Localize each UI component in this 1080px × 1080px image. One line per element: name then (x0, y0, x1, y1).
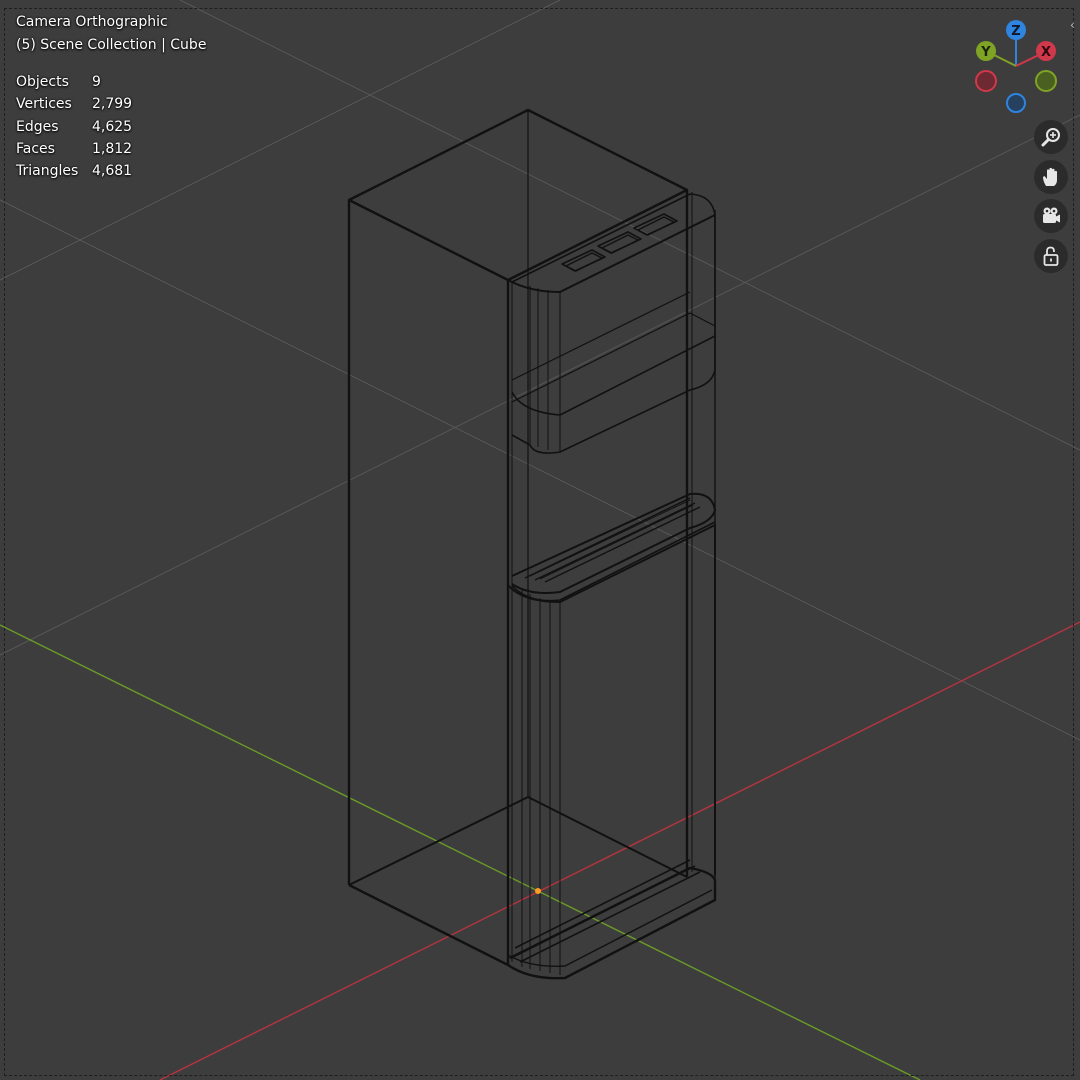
stat-value: 9 (92, 74, 101, 90)
stat-label: Edges (16, 118, 59, 135)
negative-y-handle[interactable] (1035, 70, 1057, 92)
pan-button[interactable] (1034, 160, 1068, 194)
stat-label: Triangles (16, 163, 79, 180)
scene-canvas[interactable] (0, 0, 1080, 1080)
origin-point (535, 888, 541, 894)
negative-x-handle[interactable] (975, 70, 997, 92)
stat-value: 4,681 (92, 163, 133, 180)
sidebar-toggle-icon[interactable]: ‹ (1070, 18, 1075, 32)
stat-value: 1,812 (92, 140, 133, 157)
stat-label: Faces (16, 140, 55, 157)
camera-icon (1043, 207, 1060, 223)
x-axis-label: X (1041, 45, 1051, 60)
camera-view-button[interactable] (1034, 199, 1068, 233)
stat-value: 4,625 (92, 118, 133, 135)
stat-label: Objects (16, 74, 69, 90)
y-axis-label: Y (980, 45, 991, 60)
collection-label: (5) Scene Collection | Cube (16, 37, 207, 53)
lock-view-button[interactable] (1034, 239, 1068, 273)
negative-z-handle[interactable] (1006, 93, 1026, 113)
y-axis-line (0, 624, 921, 1080)
navigation-gizmo[interactable]: Z Y X (968, 16, 1064, 118)
stat-value: 2,799 (92, 96, 133, 113)
view-name-label: Camera Orthographic (16, 14, 168, 30)
x-axis-line (159, 621, 1080, 1080)
unlock-icon (1043, 246, 1059, 266)
zoom-icon (1041, 128, 1060, 147)
3d-viewport[interactable]: Camera Orthographic (5) Scene Collection… (0, 0, 1080, 1080)
zoom-button[interactable] (1034, 120, 1068, 154)
x-axis-handle[interactable]: X (1036, 41, 1056, 61)
hand-icon (1043, 167, 1057, 186)
z-axis-handle[interactable]: Z (1006, 20, 1026, 40)
y-axis-handle[interactable]: Y (976, 41, 996, 61)
z-axis-label: Z (1011, 24, 1020, 39)
stat-label: Vertices (16, 96, 72, 113)
